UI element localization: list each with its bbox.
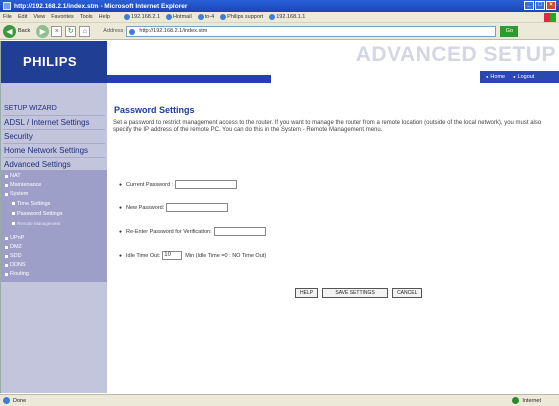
logo-area: PHILIPS <box>1 41 107 83</box>
current-password-row: ● Current Password : <box>119 180 238 189</box>
link-philips-support[interactable]: Philips support <box>220 14 263 20</box>
current-password-input[interactable] <box>175 180 238 189</box>
sidebar-item-security[interactable]: Security <box>1 132 107 141</box>
page-done-icon <box>3 397 10 404</box>
window-controls: _ □ × <box>524 1 556 10</box>
current-password-label: Current Password : <box>126 181 174 188</box>
status-text: Done <box>13 397 27 404</box>
home-link[interactable]: Home <box>486 74 505 80</box>
stop-icon[interactable]: × <box>51 25 63 37</box>
page-banner-title: ADVANCED SETUP <box>355 43 556 66</box>
address-label: Address <box>103 28 124 34</box>
bullet-icon: ● <box>119 181 123 188</box>
header-divider <box>107 75 271 83</box>
back-arrow-icon[interactable]: ◀ <box>3 24 16 38</box>
sidebar-item-upnp[interactable]: UPnP <box>1 234 107 243</box>
help-button[interactable]: HELP <box>295 288 319 298</box>
link-192-168-1-1[interactable]: 192.168.1.1 <box>269 14 305 20</box>
menu-file[interactable]: File <box>3 14 12 20</box>
sidebar-divider <box>3 129 105 130</box>
idle-timeout-input[interactable]: 10 <box>162 251 183 260</box>
link-hotmail[interactable]: Hotmail <box>166 14 192 20</box>
idle-timeout-label: Idle Time Out: <box>126 252 161 259</box>
save-settings-button[interactable]: SAVE SETTINGS <box>322 288 389 298</box>
menu-tools[interactable]: Tools <box>80 14 93 20</box>
ie-page-icon <box>166 14 173 20</box>
page-description: Set a password to restrict management ac… <box>113 120 542 133</box>
sidebar-item-adsl-internet[interactable]: ADSL / Internet Settings <box>1 118 107 127</box>
ie-icon <box>3 2 11 10</box>
brand-header: PHILIPS ADVANCED SETUP Home Logout <box>1 41 559 83</box>
menu-favorites[interactable]: Favorites <box>51 14 74 20</box>
status-bar: Done Internet <box>0 394 559 406</box>
sidebar-divider <box>3 143 105 144</box>
sidebar-item-advanced[interactable]: Advanced Settings <box>1 160 107 169</box>
menu-edit[interactable]: Edit <box>18 14 27 20</box>
ie-page-icon <box>269 14 276 20</box>
menu-help[interactable]: Help <box>99 14 110 20</box>
ie-page-icon <box>220 14 227 20</box>
windows-logo-icon <box>544 13 556 22</box>
sidebar-item-system[interactable]: System <box>1 190 107 199</box>
browser-toolbar: ◀ Back ▶ × ↻ ⌂ Address http://192.168.2.… <box>0 23 559 40</box>
sidebar-item-routing[interactable]: Routing <box>1 270 107 279</box>
ie-page-icon <box>123 14 130 20</box>
sidebar-item-remote-management[interactable]: Remote Management <box>1 219 107 228</box>
menu-view[interactable]: View <box>33 14 45 20</box>
sidebar-item-nat[interactable]: NAT <box>1 172 107 181</box>
new-password-input[interactable] <box>166 203 229 212</box>
philips-logo: PHILIPS <box>23 54 78 69</box>
sidebar-item-sdd[interactable]: SDD <box>1 252 107 261</box>
reenter-password-input[interactable] <box>213 227 266 236</box>
logout-link[interactable]: Logout <box>513 74 535 80</box>
menu-bar: File Edit View Favorites Tools Help 192.… <box>0 12 559 23</box>
window-titlebar: http://192.168.2.1/index.stm - Microsoft… <box>0 0 559 12</box>
new-password-row: ● New Password: <box>119 203 229 212</box>
router-page: PHILIPS ADVANCED SETUP Home Logout SETUP… <box>0 41 559 393</box>
close-button[interactable]: × <box>546 1 556 10</box>
sidebar-item-maintenance[interactable]: Maintenance <box>1 181 107 190</box>
sidebar: SETUP WIZARD ADSL / Internet Settings Se… <box>1 83 107 393</box>
sidebar-item-setup-wizard[interactable]: SETUP WIZARD <box>1 104 107 113</box>
link-router[interactable]: 192.168.2.1 <box>123 14 160 20</box>
home-icon[interactable]: ⌂ <box>79 25 91 37</box>
main-content: Password Settings Set a password to rest… <box>107 83 559 393</box>
maximize-button[interactable]: □ <box>535 1 545 10</box>
link-to-4[interactable]: to-4 <box>197 14 214 20</box>
header-links: Home Logout <box>480 71 559 83</box>
security-zone: Internet <box>512 397 541 404</box>
sidebar-item-home-network[interactable]: Home Network Settings <box>1 146 107 155</box>
refresh-icon[interactable]: ↻ <box>65 25 77 37</box>
sidebar-item-time-settings[interactable]: Time Settings <box>1 199 107 209</box>
reenter-password-label: Re-Enter Password for Verification: <box>126 228 212 235</box>
sidebar-item-ddns[interactable]: DDNS <box>1 261 107 270</box>
sidebar-item-password-settings[interactable]: Password Settings <box>1 209 107 219</box>
ie-page-icon <box>197 14 204 20</box>
idle-timeout-row: ● Idle Time Out: 10 Min (Idle Time =0 : … <box>119 251 266 260</box>
new-password-label: New Password: <box>126 204 165 211</box>
forward-arrow-icon[interactable]: ▶ <box>36 24 50 38</box>
go-button[interactable]: Go <box>500 25 519 37</box>
back-button-label[interactable]: Back <box>18 28 30 34</box>
page-title: Password Settings <box>114 105 195 115</box>
address-input[interactable]: http://192.168.2.1/index.stm <box>126 25 497 37</box>
bullet-icon: ● <box>119 228 123 235</box>
minimize-button[interactable]: _ <box>524 1 534 10</box>
advanced-submenu: NAT Maintenance System Time Settings Pas… <box>1 170 107 282</box>
window-title: http://192.168.2.1/index.stm - Microsoft… <box>14 2 188 10</box>
reenter-password-row: ● Re-Enter Password for Verification: <box>119 227 266 236</box>
bullet-icon: ● <box>119 204 123 211</box>
bullet-icon: ● <box>119 252 123 259</box>
action-buttons: HELP SAVE SETTINGS CANCEL <box>295 288 426 298</box>
cancel-button[interactable]: CANCEL <box>392 288 423 298</box>
idle-timeout-suffix: Min (Idle Time =0 : NO Time Out) <box>185 252 267 259</box>
sidebar-item-dmz[interactable]: DMZ <box>1 243 107 252</box>
internet-zone-icon <box>512 397 520 404</box>
zone-label: Internet <box>522 397 541 404</box>
sidebar-divider <box>3 157 105 158</box>
sidebar-divider <box>3 115 105 116</box>
